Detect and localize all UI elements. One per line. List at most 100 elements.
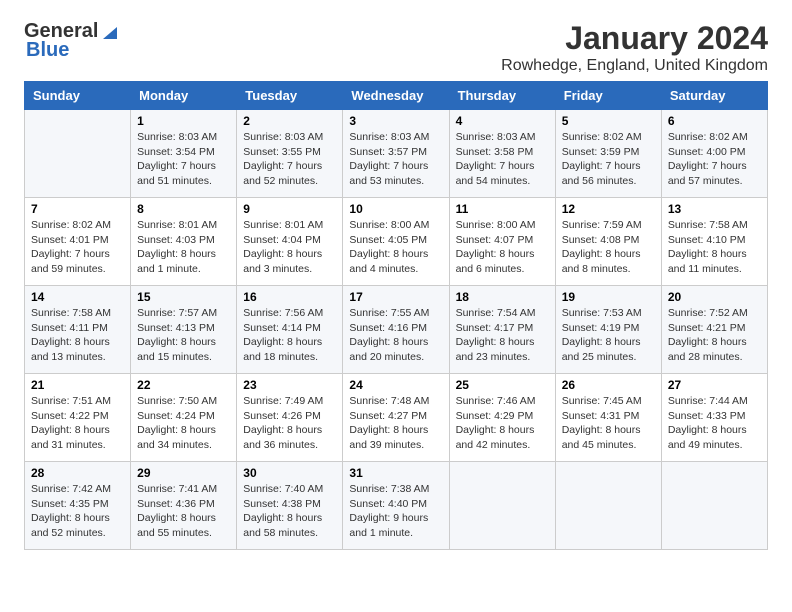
day-number: 7 <box>31 202 124 216</box>
day-info: Sunrise: 8:00 AMSunset: 4:07 PMDaylight:… <box>456 218 549 277</box>
day-info: Sunrise: 7:45 AMSunset: 4:31 PMDaylight:… <box>562 394 655 453</box>
day-info: Sunrise: 7:42 AMSunset: 4:35 PMDaylight:… <box>31 482 124 541</box>
calendar-week-1: 1 Sunrise: 8:03 AMSunset: 3:54 PMDaylight… <box>25 110 768 198</box>
calendar-cell: 8Sunrise: 8:01 AMSunset: 4:03 PMDaylight… <box>131 198 237 286</box>
calendar-cell: 30Sunrise: 7:40 AMSunset: 4:38 PMDayligh… <box>237 462 343 550</box>
calendar-week-3: 14 Sunrise: 7:58 AMSunset: 4:11 PMDayligh… <box>25 286 768 374</box>
logo-triangle-icon <box>99 23 117 41</box>
calendar-week-5: 28 Sunrise: 7:42 AMSunset: 4:35 PMDayligh… <box>25 462 768 550</box>
calendar-cell: 12 Sunrise: 7:59 AMSunset: 4:08 PMDayligh… <box>555 198 661 286</box>
day-info: Sunrise: 8:02 AMSunset: 3:59 PMDaylight:… <box>562 130 655 189</box>
day-number: 2 <box>243 114 336 128</box>
col-tuesday: Tuesday <box>237 82 343 110</box>
day-info: Sunrise: 7:49 AMSunset: 4:26 PMDaylight:… <box>243 394 336 453</box>
calendar-cell: 28 Sunrise: 7:42 AMSunset: 4:35 PMDayligh… <box>25 462 131 550</box>
calendar-cell: 16 Sunrise: 7:56 AMSunset: 4:14 PMDayligh… <box>237 286 343 374</box>
day-number: 17 <box>349 290 442 304</box>
calendar-cell: 2 Sunrise: 8:03 AMSunset: 3:55 PMDaylight… <box>237 110 343 198</box>
calendar-cell: 29 Sunrise: 7:41 AMSunset: 4:36 PMDayligh… <box>131 462 237 550</box>
day-info: Sunrise: 7:59 AMSunset: 4:08 PMDaylight:… <box>562 218 655 277</box>
calendar-cell: 5 Sunrise: 8:02 AMSunset: 3:59 PMDaylight… <box>555 110 661 198</box>
day-info: Sunrise: 8:03 AMSunset: 3:55 PMDaylight:… <box>243 130 336 189</box>
day-number: 13 <box>668 202 761 216</box>
day-number: 11 <box>456 202 549 216</box>
logo: General Blue <box>24 20 118 62</box>
day-number: 20 <box>668 290 761 304</box>
calendar-cell: 7 Sunrise: 8:02 AMSunset: 4:01 PMDaylight… <box>25 198 131 286</box>
col-sunday: Sunday <box>25 82 131 110</box>
calendar-cell: 18Sunrise: 7:54 AMSunset: 4:17 PMDayligh… <box>449 286 555 374</box>
day-number: 15 <box>137 290 230 304</box>
col-thursday: Thursday <box>449 82 555 110</box>
day-number: 23 <box>243 378 336 392</box>
day-number: 12 <box>562 202 655 216</box>
day-number: 5 <box>562 114 655 128</box>
col-monday: Monday <box>131 82 237 110</box>
day-info: Sunrise: 7:58 AMSunset: 4:10 PMDaylight:… <box>668 218 761 277</box>
calendar-body: 1 Sunrise: 8:03 AMSunset: 3:54 PMDaylight… <box>25 110 768 550</box>
calendar-cell <box>555 462 661 550</box>
location: Rowhedge, England, United Kingdom <box>501 57 768 75</box>
calendar-cell <box>25 110 131 198</box>
calendar-cell: 25Sunrise: 7:46 AMSunset: 4:29 PMDayligh… <box>449 374 555 462</box>
day-info: Sunrise: 7:55 AMSunset: 4:16 PMDaylight:… <box>349 306 442 365</box>
day-info: Sunrise: 8:02 AMSunset: 4:00 PMDaylight:… <box>668 130 761 189</box>
calendar-cell: 1 Sunrise: 8:03 AMSunset: 3:54 PMDaylight… <box>131 110 237 198</box>
day-info: Sunrise: 7:41 AMSunset: 4:36 PMDaylight:… <box>137 482 230 541</box>
day-info: Sunrise: 7:38 AMSunset: 4:40 PMDaylight:… <box>349 482 442 541</box>
calendar-cell: 9 Sunrise: 8:01 AMSunset: 4:04 PMDaylight… <box>237 198 343 286</box>
calendar-cell: 10 Sunrise: 8:00 AMSunset: 4:05 PMDayligh… <box>343 198 449 286</box>
day-info: Sunrise: 7:58 AMSunset: 4:11 PMDaylight:… <box>31 306 124 365</box>
calendar-cell: 11 Sunrise: 8:00 AMSunset: 4:07 PMDayligh… <box>449 198 555 286</box>
calendar-cell: 4 Sunrise: 8:03 AMSunset: 3:58 PMDaylight… <box>449 110 555 198</box>
day-info: Sunrise: 7:56 AMSunset: 4:14 PMDaylight:… <box>243 306 336 365</box>
calendar-cell <box>661 462 767 550</box>
day-number: 16 <box>243 290 336 304</box>
day-number: 10 <box>349 202 442 216</box>
col-wednesday: Wednesday <box>343 82 449 110</box>
day-number: 27 <box>668 378 761 392</box>
day-number: 29 <box>137 466 230 480</box>
day-number: 19 <box>562 290 655 304</box>
day-number: 9 <box>243 202 336 216</box>
day-info: Sunrise: 7:54 AMSunset: 4:17 PMDaylight:… <box>456 306 549 365</box>
day-info: Sunrise: 8:03 AMSunset: 3:58 PMDaylight:… <box>456 130 549 189</box>
day-info: Sunrise: 8:01 AMSunset: 4:03 PMDaylight:… <box>137 218 230 277</box>
calendar-cell: 6 Sunrise: 8:02 AMSunset: 4:00 PMDaylight… <box>661 110 767 198</box>
calendar-cell: 21Sunrise: 7:51 AMSunset: 4:22 PMDayligh… <box>25 374 131 462</box>
day-number: 1 <box>137 114 230 128</box>
day-info: Sunrise: 7:48 AMSunset: 4:27 PMDaylight:… <box>349 394 442 453</box>
day-number: 31 <box>349 466 442 480</box>
day-info: Sunrise: 7:40 AMSunset: 4:38 PMDaylight:… <box>243 482 336 541</box>
day-number: 6 <box>668 114 761 128</box>
calendar-cell: 3Sunrise: 8:03 AMSunset: 3:57 PMDaylight… <box>343 110 449 198</box>
calendar-cell: 15 Sunrise: 7:57 AMSunset: 4:13 PMDayligh… <box>131 286 237 374</box>
day-info: Sunrise: 8:02 AMSunset: 4:01 PMDaylight:… <box>31 218 124 277</box>
calendar-cell: 14 Sunrise: 7:58 AMSunset: 4:11 PMDayligh… <box>25 286 131 374</box>
calendar-week-2: 7 Sunrise: 8:02 AMSunset: 4:01 PMDaylight… <box>25 198 768 286</box>
calendar-cell: 19 Sunrise: 7:53 AMSunset: 4:19 PMDayligh… <box>555 286 661 374</box>
day-number: 22 <box>137 378 230 392</box>
calendar-table: Sunday Monday Tuesday Wednesday Thursday… <box>24 81 768 550</box>
day-info: Sunrise: 7:57 AMSunset: 4:13 PMDaylight:… <box>137 306 230 365</box>
calendar-cell: 22 Sunrise: 7:50 AMSunset: 4:24 PMDayligh… <box>131 374 237 462</box>
calendar-cell: 13 Sunrise: 7:58 AMSunset: 4:10 PMDayligh… <box>661 198 767 286</box>
calendar-header: Sunday Monday Tuesday Wednesday Thursday… <box>25 82 768 110</box>
month-title: January 2024 <box>501 20 768 57</box>
day-info: Sunrise: 8:03 AMSunset: 3:57 PMDaylight:… <box>349 130 442 189</box>
day-info: Sunrise: 7:53 AMSunset: 4:19 PMDaylight:… <box>562 306 655 365</box>
calendar-cell <box>449 462 555 550</box>
day-info: Sunrise: 7:50 AMSunset: 4:24 PMDaylight:… <box>137 394 230 453</box>
calendar-cell: 31 Sunrise: 7:38 AMSunset: 4:40 PMDayligh… <box>343 462 449 550</box>
day-number: 14 <box>31 290 124 304</box>
day-info: Sunrise: 8:01 AMSunset: 4:04 PMDaylight:… <box>243 218 336 277</box>
title-block: January 2024 Rowhedge, England, United K… <box>501 20 768 75</box>
day-info: Sunrise: 8:00 AMSunset: 4:05 PMDaylight:… <box>349 218 442 277</box>
calendar-week-4: 21Sunrise: 7:51 AMSunset: 4:22 PMDayligh… <box>25 374 768 462</box>
day-info: Sunrise: 8:03 AMSunset: 3:54 PMDaylight:… <box>137 130 230 189</box>
day-info: Sunrise: 7:52 AMSunset: 4:21 PMDaylight:… <box>668 306 761 365</box>
day-number: 4 <box>456 114 549 128</box>
day-number: 28 <box>31 466 124 480</box>
day-info: Sunrise: 7:44 AMSunset: 4:33 PMDaylight:… <box>668 394 761 453</box>
calendar-cell: 17 Sunrise: 7:55 AMSunset: 4:16 PMDayligh… <box>343 286 449 374</box>
